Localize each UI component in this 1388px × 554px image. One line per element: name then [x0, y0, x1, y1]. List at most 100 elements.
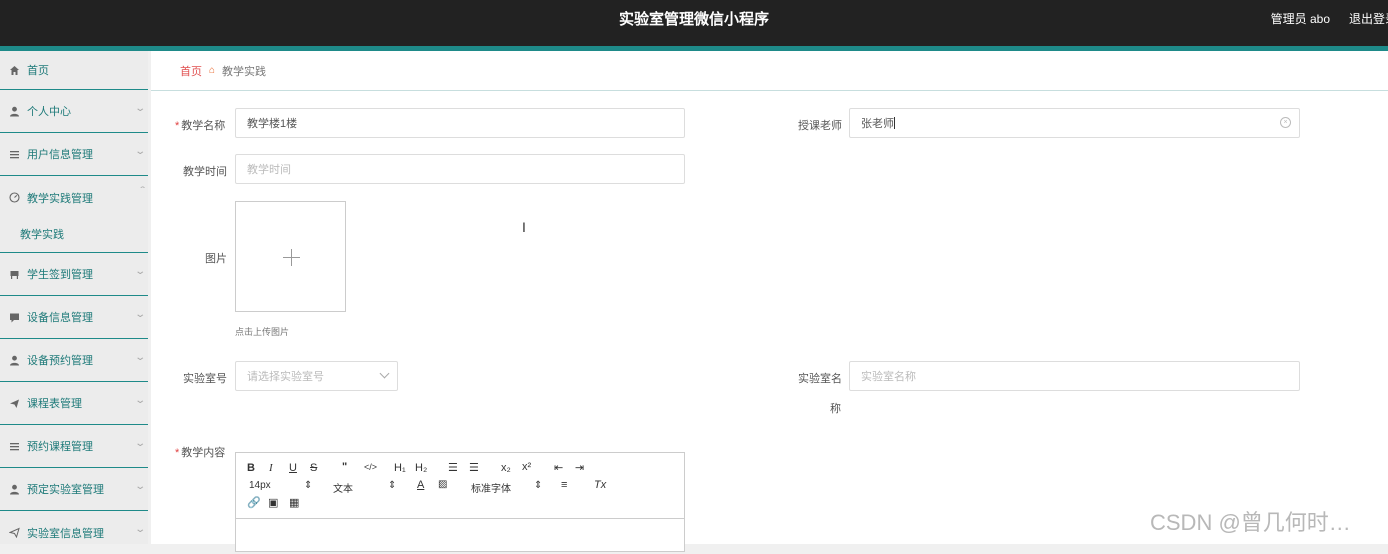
breadcrumb-separator-icon: ⌂ [209, 65, 216, 76]
sidebar-item-student-signin[interactable]: 学生签到管理 ⌄ [0, 253, 148, 296]
sidebar-item-personal-center[interactable]: 个人中心 ⌄ [0, 90, 148, 133]
chevron-up-icon: ˆ [139, 186, 145, 197]
sidebar-item-course-booking[interactable]: 预约课程管理 ⌄ [0, 425, 148, 468]
teach-name-input[interactable]: 教学楼1楼 [235, 108, 685, 138]
text-type-select[interactable]: 文本 [333, 480, 353, 495]
logout-link[interactable]: 退出登录 [1349, 10, 1388, 27]
italic-icon[interactable]: I [269, 462, 273, 474]
lab-no-select[interactable]: 请选择实验室号 [235, 361, 398, 391]
font-size-select[interactable]: 14px [249, 480, 271, 491]
sidebar-subitem-teaching-practice[interactable]: 教学实践 [0, 216, 148, 253]
person-icon [8, 105, 20, 117]
sidebar-item-label: 个人中心 [27, 106, 71, 118]
sidebar-item-label: 预定实验室管理 [27, 484, 104, 496]
breadcrumb-home[interactable]: 首页 [180, 63, 202, 79]
gauge-icon [8, 192, 20, 204]
person-icon [8, 354, 20, 366]
breadcrumb-current: 教学实践 [222, 65, 267, 78]
clear-format-icon[interactable]: Tx [594, 479, 606, 491]
csdn-watermark: CSDN @曾几何时… [1150, 510, 1351, 535]
sidebar: 首页 个人中心 ⌄ 用户信息管理 ⌄ 教学实践管理 ˆ 教学实践 学生签到管理 … [0, 51, 148, 544]
lab-name-label-wrap: 称 [830, 403, 841, 415]
rich-text-editor[interactable]: B I U S " </> H₁ H₂ ☰ ☰ x₂ x² ⇤ ⇥ 14px ⇕… [235, 452, 685, 552]
image-label: 图片 [205, 253, 227, 265]
top-bar: 实验室管理微信小程序 管理员 abo 退出登录 [0, 0, 1388, 46]
chevron-down-icon: ⌄ [133, 146, 146, 157]
content-label: * 教学内容 [175, 447, 226, 459]
updown-icon: ⇕ [304, 480, 313, 491]
current-user: 管理员 abo [1270, 12, 1330, 26]
teacher-input[interactable]: 张老师 × [849, 108, 1300, 138]
bold-icon[interactable]: B [247, 462, 255, 474]
clear-icon[interactable]: × [1280, 117, 1291, 128]
bullet-list-icon[interactable]: ☰ [469, 461, 479, 474]
chair-icon [8, 268, 20, 280]
blockquote-icon[interactable]: " [342, 461, 347, 473]
sidebar-item-device-info[interactable]: 设备信息管理 ⌄ [0, 296, 148, 339]
send-icon [8, 397, 20, 409]
chevron-down-icon: ⌄ [133, 309, 146, 320]
heading2-icon[interactable]: H₂ [415, 462, 427, 474]
underline-icon[interactable]: U [289, 462, 297, 474]
font-family-select[interactable]: 标准字体 [471, 480, 511, 495]
lab-no-label: 实验室号 [183, 373, 227, 385]
person-icon [8, 483, 20, 495]
updown-icon: ⇕ [388, 480, 397, 491]
send-icon [8, 527, 20, 539]
chevron-down-icon: ⌄ [133, 395, 146, 406]
subscript-icon[interactable]: x₂ [501, 462, 511, 474]
indent-icon[interactable]: ⇥ [575, 461, 584, 474]
sidebar-item-label: 课程表管理 [27, 398, 82, 410]
link-icon[interactable]: 🔗 [247, 496, 261, 509]
teach-time-input[interactable]: 教学时间 [235, 154, 685, 184]
sidebar-item-user-info[interactable]: 用户信息管理 ⌄ [0, 133, 148, 176]
code-icon[interactable]: </> [364, 462, 377, 472]
home-icon [8, 64, 20, 76]
background-color-icon[interactable]: ▨ [438, 479, 447, 490]
superscript-icon[interactable]: x² [522, 461, 531, 473]
teach-time-label: 教学时间 [183, 166, 227, 178]
align-icon[interactable]: ≡ [561, 479, 567, 491]
mouse-ibeam-cursor-icon: I [522, 219, 526, 235]
list-icon [8, 148, 20, 160]
chat-icon [8, 311, 20, 323]
sidebar-item-lab-info[interactable]: 实验室信息管理 ⌄ [0, 511, 148, 554]
list-icon [8, 440, 20, 452]
chevron-down-icon [379, 368, 390, 379]
editor-toolbar: B I U S " </> H₁ H₂ ☰ ☰ x₂ x² ⇤ ⇥ 14px ⇕… [236, 453, 684, 519]
sidebar-item-label: 设备预约管理 [27, 355, 93, 367]
image-upload-box[interactable] [235, 201, 346, 312]
sidebar-item-device-booking[interactable]: 设备预约管理 ⌄ [0, 339, 148, 382]
sidebar-item-lab-reservation[interactable]: 预定实验室管理 ⌄ [0, 468, 148, 511]
sidebar-item-label: 用户信息管理 [27, 149, 93, 161]
lab-name-label: 实验室名 [798, 373, 842, 385]
updown-icon: ⇕ [534, 480, 543, 491]
sidebar-item-home[interactable]: 首页 [0, 51, 148, 90]
sidebar-item-teaching-practice[interactable]: 教学实践管理 ˆ [0, 176, 148, 219]
chevron-down-icon: ⌄ [133, 438, 146, 449]
sidebar-item-label: 设备信息管理 [27, 312, 93, 324]
lab-name-input[interactable]: 实验室名称 [849, 361, 1300, 391]
sidebar-item-label: 预约课程管理 [27, 441, 93, 453]
sidebar-item-label: 教学实践管理 [27, 192, 93, 205]
outdent-icon[interactable]: ⇤ [554, 461, 563, 474]
sidebar-item-label: 实验室信息管理 [27, 527, 104, 540]
ordered-list-icon[interactable]: ☰ [448, 461, 458, 474]
app-title: 实验室管理微信小程序 [618, 11, 769, 28]
image-icon[interactable]: ▣ [268, 496, 278, 509]
sidebar-item-timetable[interactable]: 课程表管理 ⌄ [0, 382, 148, 425]
chevron-down-icon: ⌄ [133, 266, 146, 277]
chevron-down-icon: ⌄ [133, 524, 146, 535]
sidebar-item-label: 首页 [27, 65, 49, 77]
chevron-down-icon: ⌄ [133, 103, 146, 114]
main-panel: 首页 ⌂ 教学实践 * 教学名称 教学楼1楼 授课老师 张老师 × 教学时间 教学… [151, 51, 1388, 552]
upload-hint: 点击上传图片 [235, 327, 290, 337]
breadcrumb: 首页 ⌂ 教学实践 [151, 51, 1388, 91]
font-color-icon[interactable]: A [417, 479, 424, 491]
heading1-icon[interactable]: H₁ [394, 462, 406, 474]
chevron-down-icon: ⌄ [133, 481, 146, 492]
sidebar-item-label: 学生签到管理 [27, 269, 93, 281]
video-icon[interactable]: ▦ [289, 496, 299, 509]
teacher-label: 授课老师 [798, 120, 842, 132]
strike-icon[interactable]: S [310, 462, 317, 474]
